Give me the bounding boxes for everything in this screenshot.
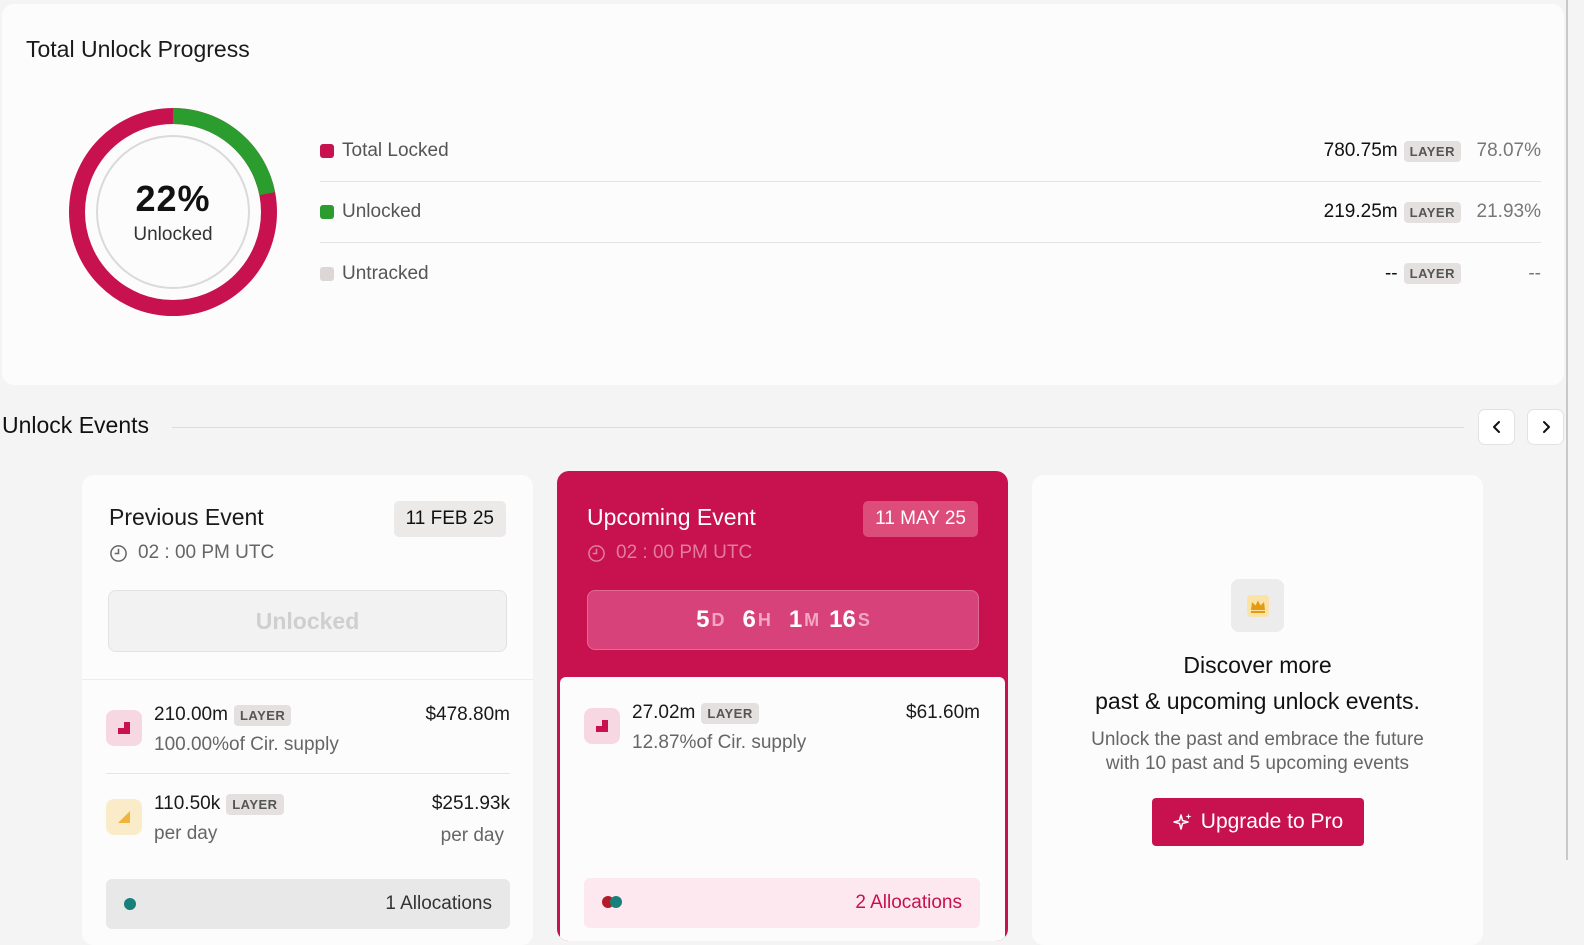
stat-usd: $251.93k xyxy=(431,793,510,814)
time-text: 02 : 00 PM UTC xyxy=(138,542,275,563)
allocations-label: 2 Allocations xyxy=(855,892,962,913)
stat-subtext: 100.00%of Cir. supply xyxy=(154,734,339,755)
token-tag: LAYER xyxy=(1403,263,1461,284)
unlock-amount-icon xyxy=(584,708,620,744)
allocation-dots xyxy=(602,892,622,914)
countdown-minutes: 1 xyxy=(788,606,803,633)
token-tag: LAYER xyxy=(226,793,284,815)
upgrade-promo-card: Discover more past & upcoming unlock eve… xyxy=(1032,475,1483,945)
upcoming-event-card: Upcoming Event 11 MAY 25 02 : 00 PM UTC … xyxy=(557,471,1008,941)
token-tag: LAYER xyxy=(1403,140,1461,162)
legend-percent: 21.93% xyxy=(1476,201,1541,222)
promo-body: Unlock the past and embrace the future w… xyxy=(1032,728,1483,776)
previous-event-title: Previous Event xyxy=(109,504,264,530)
prev-page-button[interactable] xyxy=(1478,409,1515,445)
promo-body-line1: Unlock the past and embrace the future xyxy=(1091,729,1424,750)
daily-unlock-stat: 110.50k LAYER per day $251.93k per day xyxy=(106,793,510,863)
legend-amount: -- xyxy=(1384,262,1398,284)
legend-label: Total Locked xyxy=(342,140,449,161)
time-text: 02 : 00 PM UTC xyxy=(616,542,753,563)
countdown-hours: 6 xyxy=(742,606,756,633)
promo-heading-line2: past & upcoming unlock events. xyxy=(1095,688,1420,714)
crown-icon xyxy=(1231,579,1284,632)
legend-amount: 219.25m xyxy=(1323,201,1398,222)
countdown-hours-unit: H xyxy=(757,609,771,630)
legend-percent: -- xyxy=(1528,262,1541,284)
previous-event-card: Previous Event 11 FEB 25 02 : 00 PM UTC … xyxy=(82,475,533,945)
token-tag: LAYER xyxy=(233,704,292,726)
token-tag: LAYER xyxy=(1403,201,1461,223)
stat-subtext: per day xyxy=(154,823,218,844)
unlock-amount-stat: 27.02m LAYER 12.87%of Cir. supply $61.60… xyxy=(584,702,980,772)
countdown-minutes-unit: M xyxy=(804,609,820,630)
swatch-unlocked xyxy=(320,205,334,219)
stat-amount: 110.50k xyxy=(154,793,221,814)
allocations-button[interactable]: 2 Allocations xyxy=(584,878,980,928)
swatch-untracked xyxy=(320,266,334,281)
countdown-seconds: 16 xyxy=(829,606,856,633)
upcoming-event-body: 27.02m LAYER 12.87%of Cir. supply $61.60… xyxy=(560,677,1005,941)
allocation-dot xyxy=(124,898,136,910)
legend-row-untracked: Untracked -- LAYER -- xyxy=(320,243,1541,304)
next-page-button[interactable] xyxy=(1527,409,1564,445)
upcoming-event-title: Upcoming Event xyxy=(587,504,756,530)
previous-event-time: 02 : 00 PM UTC xyxy=(109,542,274,564)
promo-heading: Discover more past & upcoming unlock eve… xyxy=(1032,647,1483,719)
upgrade-button-label: Upgrade to Pro xyxy=(1200,810,1344,833)
legend-percent: 78.07% xyxy=(1476,140,1541,161)
progress-title: Total Unlock Progress xyxy=(26,36,250,62)
unlock-events-title: Unlock Events xyxy=(2,412,150,438)
donut-caption: Unlocked xyxy=(133,224,213,245)
unlock-amount-icon xyxy=(106,710,142,746)
stat-amount: 210.00m xyxy=(154,704,228,725)
promo-heading-line1: Discover more xyxy=(1183,652,1332,678)
stat-usd-sub: per day xyxy=(440,825,504,846)
page-scrollbar[interactable] xyxy=(1566,0,1568,860)
legend-label: Unlocked xyxy=(342,201,422,222)
allocation-dot xyxy=(610,896,622,908)
legend-amount: 780.75m xyxy=(1323,140,1398,161)
upgrade-to-pro-button[interactable]: Upgrade to Pro xyxy=(1152,798,1364,846)
stat-usd: $478.80m xyxy=(425,704,510,725)
unlocked-status: Unlocked xyxy=(108,590,507,652)
promo-body-line2: with 10 past and 5 upcoming events xyxy=(1105,753,1410,774)
allocations-button[interactable]: 1 Allocations xyxy=(106,879,510,929)
upcoming-event-date: 11 MAY 25 xyxy=(863,501,978,537)
previous-event-date: 11 FEB 25 xyxy=(393,501,506,537)
stat-usd: $61.60m xyxy=(906,702,980,723)
stat-amount: 27.02m xyxy=(632,702,696,723)
token-tag: LAYER xyxy=(701,702,759,724)
unlock-amount-stat: 210.00m LAYER 100.00%of Cir. supply $478… xyxy=(106,704,510,774)
countdown-days-unit: D xyxy=(711,609,725,630)
clock-icon xyxy=(110,544,127,562)
countdown-seconds-unit: S xyxy=(857,609,870,630)
countdown-days: 5 xyxy=(696,606,710,633)
progress-legend: Total Locked 780.75m LAYER 78.07% Unlock… xyxy=(320,121,1541,304)
legend-label: Untracked xyxy=(342,262,429,284)
countdown-timer: 5 D 6 H 1 M 16 S xyxy=(587,590,979,650)
stat-subtext: 12.87%of Cir. supply xyxy=(632,732,807,753)
chevron-left-icon xyxy=(1492,421,1500,433)
chevron-right-icon xyxy=(1542,421,1550,433)
donut-percent: 22% xyxy=(135,178,211,219)
section-divider xyxy=(172,427,1464,428)
daily-unlock-icon xyxy=(106,799,142,835)
legend-row-locked: Total Locked 780.75m LAYER 78.07% xyxy=(320,121,1541,182)
sparkle-icon xyxy=(1173,813,1192,830)
clock-icon xyxy=(588,544,605,562)
allocations-label: 1 Allocations xyxy=(385,893,492,914)
swatch-locked xyxy=(320,144,334,158)
legend-row-unlocked: Unlocked 219.25m LAYER 21.93% xyxy=(320,182,1541,243)
donut-center: 22% Unlocked xyxy=(66,105,280,319)
upcoming-event-time: 02 : 00 PM UTC xyxy=(587,542,752,564)
